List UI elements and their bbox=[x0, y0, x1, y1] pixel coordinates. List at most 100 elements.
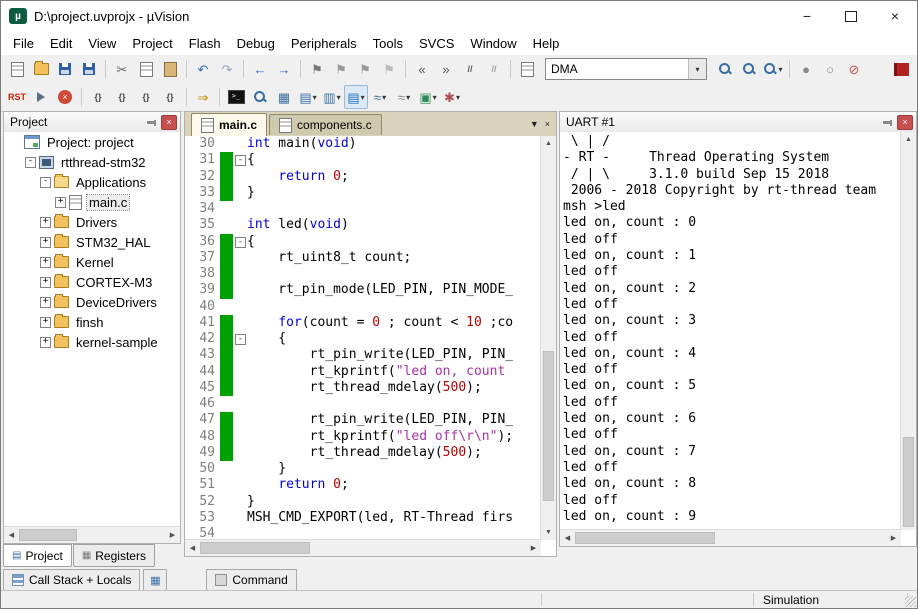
scrollbar-track[interactable] bbox=[19, 527, 165, 543]
menu-file[interactable]: File bbox=[5, 33, 42, 54]
uart-output[interactable]: \ | /- RT - Thread Operating System / | … bbox=[560, 132, 901, 530]
combobox-dropdown-icon[interactable]: ▾ bbox=[688, 59, 706, 79]
close-icon[interactable]: × bbox=[161, 115, 177, 130]
step-out-icon[interactable]: {} bbox=[134, 85, 158, 109]
stop-icon[interactable] bbox=[53, 85, 77, 109]
find-icon[interactable] bbox=[737, 57, 761, 81]
menu-window[interactable]: Window bbox=[462, 33, 524, 54]
menu-tools[interactable]: Tools bbox=[365, 33, 411, 54]
tree-expander-icon[interactable]: + bbox=[40, 257, 51, 268]
watch-windows-icon[interactable]: ▤▾ bbox=[296, 85, 320, 109]
tree-item-main-c[interactable]: +main.c bbox=[4, 192, 180, 212]
tab-command[interactable]: Command bbox=[206, 569, 296, 591]
toolbox-icon[interactable]: ✱▾ bbox=[440, 85, 464, 109]
trace-windows-icon[interactable]: ≈▾ bbox=[392, 85, 416, 109]
insert-breakpoint-icon[interactable]: ● bbox=[794, 57, 818, 81]
tree-expander-icon[interactable]: + bbox=[40, 297, 51, 308]
menu-svcs[interactable]: SVCS bbox=[411, 33, 462, 54]
scrollbar-thumb[interactable] bbox=[903, 437, 914, 527]
scrollbar-track[interactable] bbox=[200, 540, 526, 556]
minimize-button[interactable]: − bbox=[785, 1, 829, 31]
new-file-icon[interactable] bbox=[5, 57, 29, 81]
pin-icon[interactable] bbox=[882, 116, 894, 128]
maximize-button[interactable] bbox=[829, 1, 873, 31]
indent-icon[interactable]: » bbox=[434, 57, 458, 81]
tree-item-drivers[interactable]: +Drivers bbox=[4, 212, 180, 232]
scroll-up-icon[interactable]: ▲ bbox=[541, 136, 556, 151]
run-to-cursor-icon[interactable]: {} bbox=[158, 85, 182, 109]
symbols-window-icon[interactable]: ▦ bbox=[272, 85, 296, 109]
next-bookmark-icon[interactable]: ⚑ bbox=[353, 57, 377, 81]
scroll-left-icon[interactable]: ◀ bbox=[560, 531, 575, 546]
command-window-icon[interactable] bbox=[224, 85, 248, 109]
navigate-back-icon[interactable]: ← bbox=[248, 57, 272, 81]
tab-list-icon[interactable]: ▼ bbox=[530, 119, 539, 129]
uart-hscrollbar[interactable]: ◀ ▶ bbox=[560, 529, 901, 546]
scroll-right-icon[interactable]: ▶ bbox=[526, 541, 541, 556]
toggle-bookmark-icon[interactable]: ⚑ bbox=[305, 57, 329, 81]
find-symbol-icon[interactable]: ▾ bbox=[761, 57, 785, 81]
scroll-left-icon[interactable]: ◀ bbox=[4, 528, 19, 543]
tree-expander-icon[interactable]: + bbox=[40, 277, 51, 288]
step-icon[interactable]: {} bbox=[86, 85, 110, 109]
tab-registers[interactable]: ▦Registers bbox=[73, 544, 155, 567]
fold-collapse-icon[interactable]: - bbox=[235, 237, 246, 248]
fold-collapse-icon[interactable]: - bbox=[235, 155, 246, 166]
outdent-icon[interactable]: « bbox=[410, 57, 434, 81]
menu-edit[interactable]: Edit bbox=[42, 33, 80, 54]
cut-icon[interactable]: ✂ bbox=[110, 57, 134, 81]
tree-item-cortex-m3[interactable]: +CORTEX-M3 bbox=[4, 272, 180, 292]
tree-item-applications[interactable]: -Applications bbox=[4, 172, 180, 192]
menu-flash[interactable]: Flash bbox=[181, 33, 229, 54]
clear-bookmarks-icon[interactable]: ⚑ bbox=[377, 57, 401, 81]
scroll-down-icon[interactable]: ▼ bbox=[541, 525, 556, 540]
navigate-forward-icon[interactable]: → bbox=[272, 57, 296, 81]
tree-expander-icon[interactable]: + bbox=[40, 217, 51, 228]
scrollbar-track[interactable] bbox=[541, 151, 556, 525]
memory-windows-icon[interactable]: ▥▾ bbox=[320, 85, 344, 109]
scroll-up-icon[interactable]: ▲ bbox=[901, 132, 916, 147]
menu-project[interactable]: Project bbox=[124, 33, 180, 54]
tree-expander-icon[interactable]: + bbox=[55, 197, 66, 208]
editor-hscrollbar[interactable]: ◀ ▶ bbox=[185, 539, 541, 556]
scrollbar-thumb[interactable] bbox=[200, 542, 310, 554]
tree-item-devicedrivers[interactable]: +DeviceDrivers bbox=[4, 292, 180, 312]
tab-main-c[interactable]: main.c bbox=[191, 113, 267, 136]
comment-icon[interactable]: // bbox=[458, 57, 482, 81]
step-over-icon[interactable]: {} bbox=[110, 85, 134, 109]
project-hscrollbar[interactable]: ◀ ▶ bbox=[4, 526, 180, 543]
redo-icon[interactable]: ↷ bbox=[215, 57, 239, 81]
menu-view[interactable]: View bbox=[80, 33, 124, 54]
editor-vscrollbar[interactable]: ▲ ▼ bbox=[540, 136, 556, 540]
prev-bookmark-icon[interactable]: ⚑ bbox=[329, 57, 353, 81]
tab-close-icon[interactable]: × bbox=[545, 119, 550, 129]
tree-expander-icon[interactable]: + bbox=[40, 237, 51, 248]
memory-dock-icon[interactable]: ▦ bbox=[143, 569, 167, 591]
code-editor[interactable]: 30int main(void)31-{32 return 0;33}3435i… bbox=[185, 136, 541, 540]
scroll-right-icon[interactable]: ▶ bbox=[165, 528, 180, 543]
tree-item-project-project[interactable]: +Project: project bbox=[4, 132, 180, 152]
tree-expander-icon[interactable]: - bbox=[40, 177, 51, 188]
fold-collapse-icon[interactable]: - bbox=[235, 334, 246, 345]
save-icon[interactable] bbox=[53, 57, 77, 81]
tab-project[interactable]: ▤Project bbox=[3, 544, 72, 567]
save-all-icon[interactable] bbox=[77, 57, 101, 81]
tree-expander-icon[interactable]: + bbox=[40, 317, 51, 328]
scroll-right-icon[interactable]: ▶ bbox=[886, 531, 901, 546]
reset-cpu-icon[interactable]: RST bbox=[5, 85, 29, 109]
scrollbar-thumb[interactable] bbox=[575, 532, 715, 544]
paste-icon[interactable] bbox=[158, 57, 182, 81]
toolbar-combobox[interactable]: DMA ▾ bbox=[545, 58, 707, 80]
tab-components-c[interactable]: components.c bbox=[269, 114, 382, 135]
serial-windows-icon[interactable]: ▤▾ bbox=[344, 85, 368, 109]
tab-call-stack[interactable]: Call Stack + Locals bbox=[3, 569, 140, 591]
menu-help[interactable]: Help bbox=[525, 33, 568, 54]
copy-icon[interactable] bbox=[134, 57, 158, 81]
tree-expander-icon[interactable]: + bbox=[40, 337, 51, 348]
disassembly-window-icon[interactable] bbox=[248, 85, 272, 109]
uart-vscrollbar[interactable]: ▲ ▼ bbox=[900, 132, 916, 530]
scrollbar-thumb[interactable] bbox=[543, 351, 554, 501]
system-viewer-icon[interactable]: ▣▾ bbox=[416, 85, 440, 109]
pin-icon[interactable] bbox=[146, 116, 158, 128]
scroll-left-icon[interactable]: ◀ bbox=[185, 541, 200, 556]
